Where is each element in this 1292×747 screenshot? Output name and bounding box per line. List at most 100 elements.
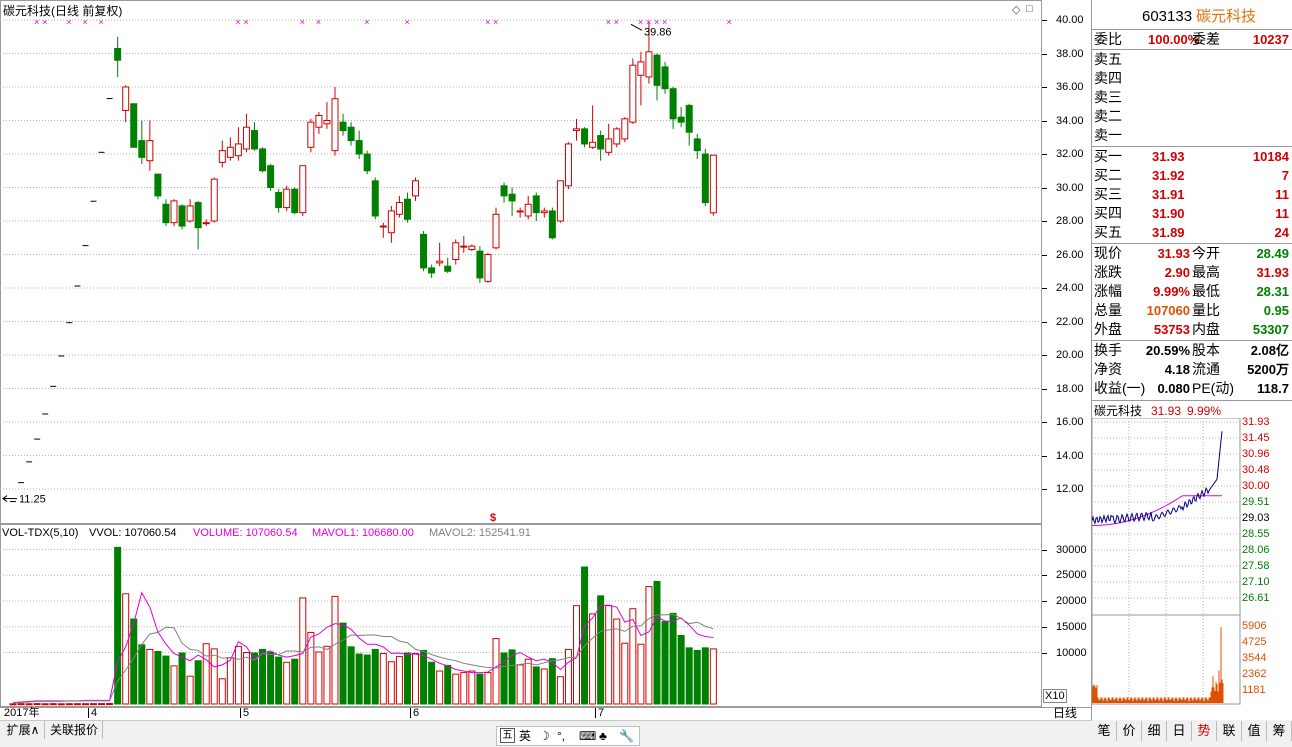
price-tick-label: 30.00: [1056, 181, 1084, 194]
ime-toolbar[interactable]: 五 英 ☽ °, ⌨ ♣ 🔧: [496, 726, 640, 746]
volume-bar: [395, 656, 403, 705]
volume-bar: [701, 647, 709, 705]
wrench-icon[interactable]: 🔧: [619, 727, 634, 745]
punctuation-icon[interactable]: °,: [557, 727, 565, 745]
stock-chart-window: 碳元科技(日线 前复权) ◇ □ × × × × × × × × × × × × × × × × × × × × $39…: [0, 0, 1292, 747]
candle-body: [685, 104, 693, 133]
right-tab[interactable]: 笔: [1092, 721, 1117, 741]
candle-body: [476, 250, 484, 279]
vol-tick-label: 10000: [1056, 646, 1087, 659]
volume-bar: [355, 653, 363, 705]
related-quotes-tab[interactable]: 关联报价: [46, 721, 103, 739]
skin-icon[interactable]: ♣: [599, 727, 607, 745]
price-tick-label: 32.00: [1056, 148, 1084, 160]
buy-row[interactable]: 买二 31.92 7: [1092, 166, 1292, 185]
candle-body: [516, 210, 524, 213]
candle-body: [460, 245, 468, 248]
volume-bar: [709, 648, 717, 705]
candle-body: [436, 260, 444, 264]
right-tab[interactable]: 联: [1217, 721, 1242, 741]
price-tick-label: 12.00: [1056, 483, 1084, 495]
volume-bar: [412, 653, 419, 705]
stock-name: 碳元科技: [1196, 8, 1257, 25]
vol-tick: [1042, 626, 1047, 628]
right-tab[interactable]: 势: [1192, 721, 1217, 741]
mini-title: 碳元科技: [1094, 404, 1143, 418]
mini-price-tick: 26.61: [1242, 592, 1270, 604]
avg-price-line: [1092, 495, 1222, 527]
sell-row[interactable]: 卖四: [1092, 69, 1292, 88]
candle-body: [709, 154, 717, 214]
candle-body: [653, 54, 661, 86]
volume-bar: [428, 661, 436, 705]
volume-bar: [444, 664, 452, 705]
price-tick: [1042, 489, 1047, 490]
candle-body: [363, 153, 371, 172]
sell-row[interactable]: 卖一: [1092, 126, 1292, 145]
ime-language[interactable]: 英: [519, 727, 531, 745]
volume-bar: [122, 593, 130, 705]
sell-row[interactable]: 卖二: [1092, 107, 1292, 126]
ime-logo-icon[interactable]: 五: [500, 728, 515, 743]
stat-row: 涨跌 2.90 最高 31.93: [1094, 264, 1289, 280]
candle: [564, 142, 572, 190]
candle: [323, 102, 331, 129]
mini-price-tick: 28.55: [1242, 528, 1270, 540]
buy-row[interactable]: 买三 31.91 11: [1092, 185, 1292, 204]
sell-row[interactable]: 卖五: [1092, 50, 1292, 69]
expand-tab[interactable]: 扩展∧: [2, 721, 45, 739]
stock-code: 603133: [1142, 8, 1193, 25]
candle-body: [299, 165, 307, 214]
right-tab[interactable]: 价: [1117, 721, 1142, 741]
buy-row[interactable]: 买一 31.93 10184: [1092, 147, 1292, 166]
sell-row[interactable]: 卖三: [1092, 88, 1292, 107]
volume-bar: [460, 672, 468, 705]
candle: [347, 122, 355, 146]
volume-bar: [605, 605, 613, 705]
candle: [146, 120, 154, 171]
period-label[interactable]: 日线: [1053, 706, 1077, 720]
candle: [516, 207, 524, 218]
volume-bar: [170, 665, 178, 705]
candle: [605, 123, 613, 156]
candle: [379, 222, 387, 238]
signal-marker: ×: [82, 17, 87, 27]
right-tab[interactable]: 日: [1167, 721, 1192, 741]
candle: [395, 195, 403, 218]
price-tick: [1042, 154, 1047, 155]
price-tick: [1042, 355, 1047, 356]
volume-bar: [508, 649, 516, 705]
candle-body: [468, 245, 476, 250]
volume-bar: [484, 672, 492, 705]
volume-bar: [202, 643, 210, 705]
candle: [403, 192, 411, 223]
volume-bar: [468, 670, 476, 705]
candle-body: [532, 195, 540, 214]
keyboard-icon[interactable]: ⌨: [579, 727, 596, 745]
candle-body: [323, 120, 331, 125]
volume-bar: [339, 622, 347, 705]
candle-body: [170, 200, 178, 224]
buy-row[interactable]: 买五 31.89 24: [1092, 223, 1292, 242]
moon-icon[interactable]: ☽: [539, 727, 550, 745]
weibi-row: 委比 100.00% 委差 10237: [1094, 31, 1289, 47]
right-tab[interactable]: 值: [1242, 721, 1267, 741]
volume-bar: [194, 660, 202, 705]
price-tick-label: 26.00: [1056, 248, 1084, 261]
volume-bar: [387, 661, 395, 705]
price-tick: [1042, 388, 1047, 390]
price-tick-label: 38.00: [1056, 47, 1084, 60]
right-tab[interactable]: 细: [1142, 721, 1167, 741]
volume-bar: [17, 703, 25, 706]
candle: [299, 165, 307, 216]
signal-marker: ×: [300, 17, 305, 27]
buy-row[interactable]: 买四 31.90 11: [1092, 204, 1292, 223]
candle-body: [395, 202, 403, 215]
right-tab[interactable]: 筹: [1267, 721, 1292, 741]
signal-marker: ×: [364, 17, 369, 27]
mini-price-tick: 31.45: [1242, 432, 1270, 444]
volume-bar: [98, 703, 106, 706]
candle: [637, 51, 645, 106]
signal-marker: ×: [493, 17, 498, 27]
date-axis: [0, 707, 1092, 721]
